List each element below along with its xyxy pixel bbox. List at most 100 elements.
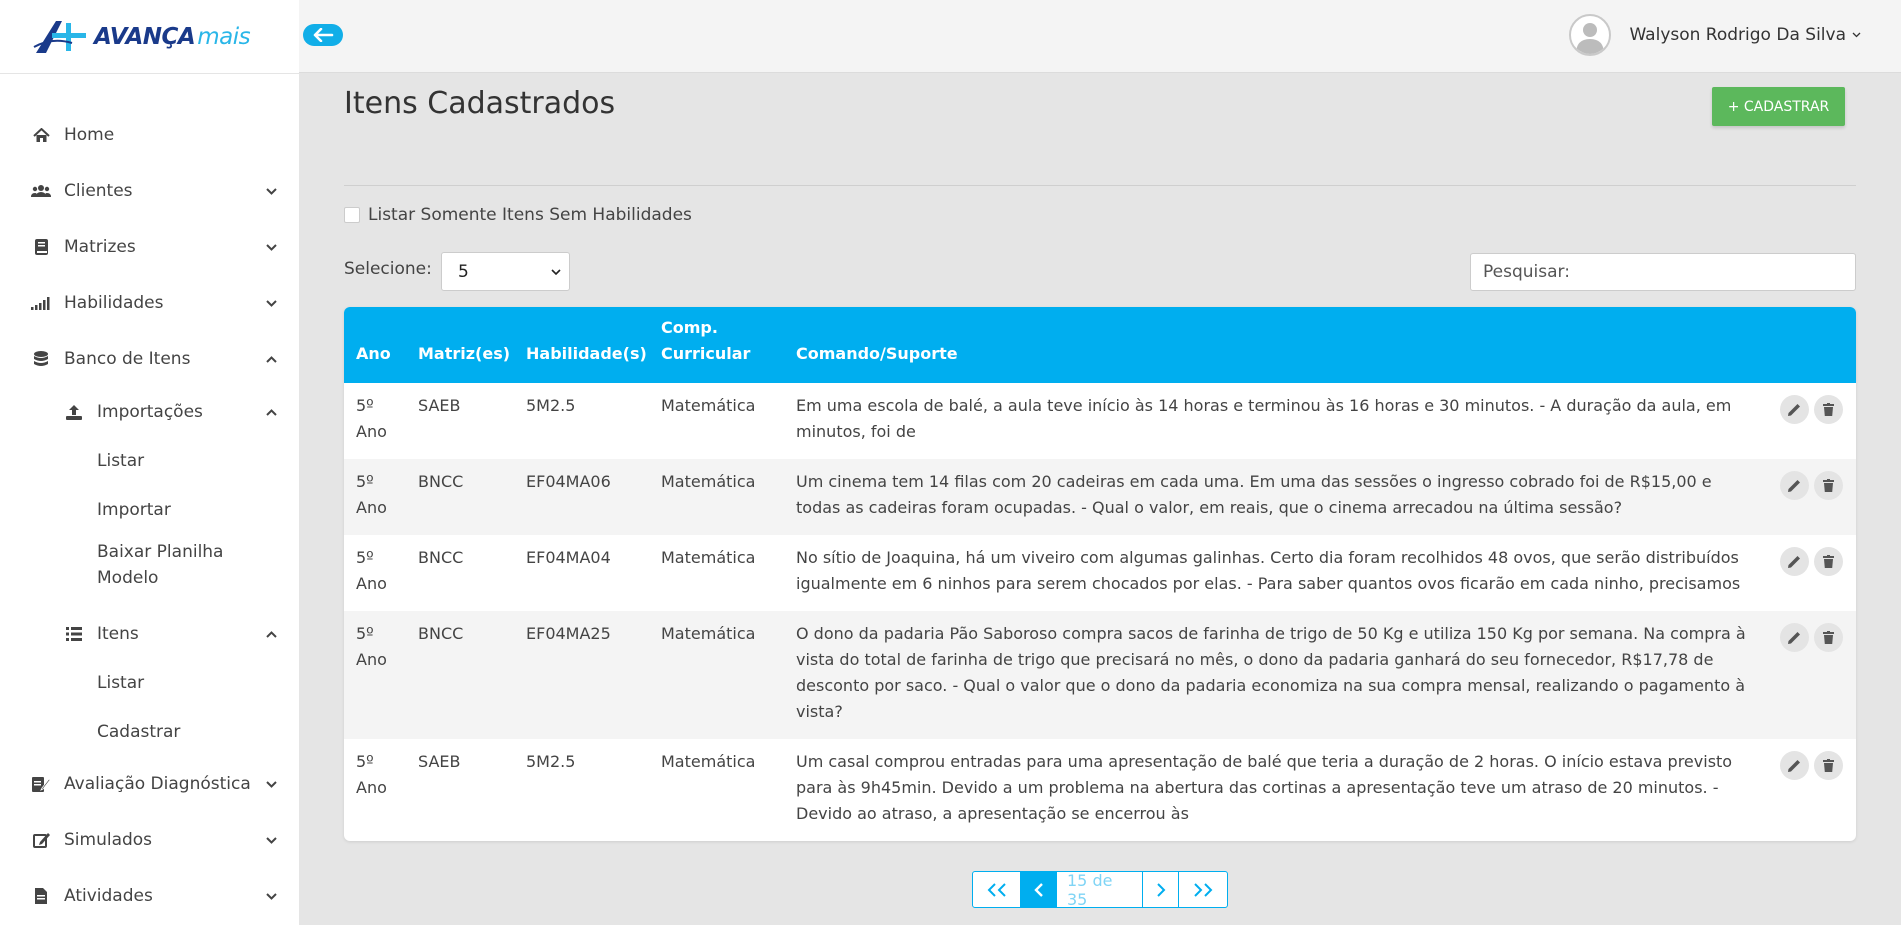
cell-comp: Matemática bbox=[661, 548, 756, 567]
filter-no-skills[interactable]: Listar Somente Itens Sem Habilidades bbox=[344, 205, 692, 225]
trash-icon bbox=[1823, 759, 1834, 772]
header-ano: Ano bbox=[356, 344, 391, 363]
sidebar-item-baixar-planilha[interactable]: Baixar Planilha Modelo bbox=[0, 539, 299, 591]
first-page-button[interactable] bbox=[973, 872, 1021, 907]
sidebar-item-matrizes[interactable]: Matrizes bbox=[0, 227, 299, 267]
sidebar-item-importacoes-listar[interactable]: Listar bbox=[0, 441, 299, 481]
pagination: 15 de 35 bbox=[972, 871, 1228, 908]
sidebar-item-label: Itens bbox=[97, 624, 139, 644]
sidebar-item-atividades[interactable]: Atividades bbox=[0, 876, 299, 916]
avatar bbox=[1569, 14, 1612, 56]
cell-matriz: BNCC bbox=[418, 472, 464, 491]
sidebar-item-label: Cadastrar bbox=[97, 722, 181, 742]
table-row: 5º Ano BNCC EF04MA25 Matemática O dono d… bbox=[344, 611, 1856, 739]
delete-button[interactable] bbox=[1814, 471, 1843, 500]
sidebar-item-label: Habilidades bbox=[64, 293, 164, 313]
table-row: 5º Ano SAEB 5M2.5 Matemática Em uma esco… bbox=[344, 383, 1856, 459]
cell-matriz: SAEB bbox=[418, 396, 461, 415]
logo-text: AVANÇA bbox=[94, 23, 196, 50]
pencil-icon bbox=[1788, 480, 1800, 492]
list-icon bbox=[64, 624, 84, 644]
chevron-up-icon bbox=[265, 628, 277, 640]
cell-comando: O dono da padaria Pão Saboroso compra sa… bbox=[796, 624, 1746, 721]
edit-button[interactable] bbox=[1780, 471, 1809, 500]
double-chevron-left-icon bbox=[987, 882, 1006, 897]
chevron-down-icon bbox=[265, 241, 277, 253]
upload-icon bbox=[64, 402, 84, 422]
cell-comp: Matemática bbox=[661, 396, 756, 415]
sidebar-item-itens-cadastrar[interactable]: Cadastrar bbox=[0, 712, 299, 752]
sidebar-item-avaliacao-diagnostica[interactable]: Avaliação Diagnóstica bbox=[0, 764, 299, 804]
pencil-icon bbox=[1788, 556, 1800, 568]
sidebar-item-importar[interactable]: Importar bbox=[0, 490, 299, 530]
table-row: 5º Ano BNCC EF04MA04 Matemática No sítio… bbox=[344, 535, 1856, 611]
table-row: 5º Ano SAEB 5M2.5 Matemática Um casal co… bbox=[344, 739, 1856, 841]
users-icon bbox=[31, 181, 51, 201]
logo-text-accent: mais bbox=[197, 23, 251, 50]
cell-habilidade: EF04MA06 bbox=[526, 472, 611, 491]
sidebar-item-itens-listar[interactable]: Listar bbox=[0, 663, 299, 703]
last-page-button[interactable] bbox=[1179, 872, 1227, 907]
cell-ano: 5º Ano bbox=[356, 752, 387, 797]
arrow-left-icon bbox=[313, 28, 334, 42]
search-input[interactable] bbox=[1470, 253, 1856, 291]
add-item-button[interactable]: + CADASTRAR bbox=[1712, 87, 1845, 126]
sidebar-item-label: Baixar Planilha Modelo bbox=[97, 542, 224, 588]
logo-mark-icon bbox=[33, 20, 86, 53]
file-icon bbox=[31, 886, 51, 906]
chevron-up-icon bbox=[265, 353, 277, 365]
book-icon bbox=[31, 237, 51, 257]
trash-icon bbox=[1823, 479, 1834, 492]
cell-ano: 5º Ano bbox=[356, 624, 387, 669]
sidebar-item-habilidades[interactable]: Habilidades bbox=[0, 283, 299, 323]
trash-icon bbox=[1823, 555, 1834, 568]
edit-button[interactable] bbox=[1780, 751, 1809, 780]
page-title: Itens Cadastrados bbox=[344, 86, 616, 121]
chevron-down-icon bbox=[551, 268, 561, 275]
pencil-icon bbox=[1788, 760, 1800, 772]
delete-button[interactable] bbox=[1814, 623, 1843, 652]
delete-button[interactable] bbox=[1814, 395, 1843, 424]
sidebar-item-label: Importar bbox=[97, 500, 171, 520]
home-icon bbox=[31, 125, 51, 145]
chevron-left-icon bbox=[1033, 882, 1043, 897]
cell-comando: Em uma escola de balé, a aula teve iníci… bbox=[796, 396, 1732, 441]
chevron-down-icon bbox=[1852, 32, 1861, 38]
cell-comando: Um cinema tem 14 filas com 20 cadeiras e… bbox=[796, 472, 1712, 517]
chevron-down-icon bbox=[265, 890, 277, 902]
cell-ano: 5º Ano bbox=[356, 548, 387, 593]
cell-habilidade: EF04MA25 bbox=[526, 624, 611, 643]
cell-comando: Um casal comprou entradas para uma apres… bbox=[796, 752, 1733, 823]
cell-comando: No sítio de Joaquina, há um viveiro com … bbox=[796, 548, 1741, 593]
app-logo[interactable]: AVANÇAmais bbox=[32, 17, 251, 57]
sidebar-item-clientes[interactable]: Clientes bbox=[0, 171, 299, 211]
sidebar-item-label: Home bbox=[64, 125, 115, 145]
pencil-icon bbox=[1788, 632, 1800, 644]
page-size-value: 5 bbox=[458, 261, 469, 282]
sidebar-item-banco-de-itens[interactable]: Banco de Itens bbox=[0, 339, 299, 379]
edit-button[interactable] bbox=[1780, 547, 1809, 576]
edit-button[interactable] bbox=[1780, 623, 1809, 652]
next-page-button[interactable] bbox=[1143, 872, 1179, 907]
delete-button[interactable] bbox=[1814, 547, 1843, 576]
sidebar: Home Clientes Matrizes Habilidades Banco… bbox=[0, 74, 299, 925]
prev-page-button[interactable] bbox=[1021, 872, 1057, 907]
header-habilidade: Habilidade(s) bbox=[526, 344, 647, 363]
cell-ano: 5º Ano bbox=[356, 396, 387, 441]
sidebar-item-importacoes[interactable]: Importações bbox=[0, 392, 299, 432]
sidebar-item-home[interactable]: Home bbox=[0, 115, 299, 155]
user-menu[interactable]: Walyson Rodrigo Da Silva bbox=[1569, 14, 1861, 56]
page-size-select[interactable]: 5 bbox=[441, 252, 570, 291]
edit-button[interactable] bbox=[1780, 395, 1809, 424]
trash-icon bbox=[1823, 631, 1834, 644]
sidebar-toggle-button[interactable] bbox=[303, 24, 343, 46]
sidebar-item-itens[interactable]: Itens bbox=[0, 614, 299, 654]
page-info: 15 de 35 bbox=[1057, 872, 1143, 907]
delete-button[interactable] bbox=[1814, 751, 1843, 780]
items-table: Ano Matriz(es) Habilidade(s) Comp. Curri… bbox=[344, 307, 1856, 841]
filter-checkbox[interactable] bbox=[344, 207, 360, 223]
table-header: Ano Matriz(es) Habilidade(s) Comp. Curri… bbox=[344, 307, 1856, 383]
cell-matriz: SAEB bbox=[418, 752, 461, 771]
clipboard-icon bbox=[31, 774, 51, 794]
sidebar-item-simulados[interactable]: Simulados bbox=[0, 820, 299, 860]
